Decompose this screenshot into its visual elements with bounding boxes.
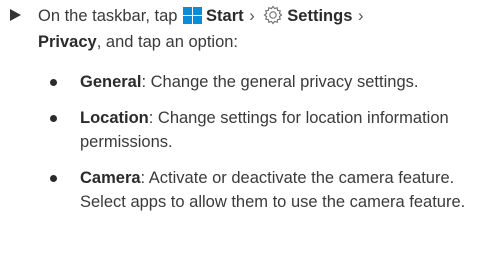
bullet-dot	[50, 79, 57, 86]
option-title: General	[80, 73, 142, 91]
step-text: On the taskbar, tap Start › Settings › P…	[38, 3, 500, 55]
step-suffix: , and tap an option:	[96, 33, 238, 51]
settings-label: Settings	[287, 7, 353, 25]
breadcrumb-separator: ›	[357, 7, 364, 25]
instruction-step: On the taskbar, tap Start › Settings › P…	[10, 3, 500, 55]
bullet-dot	[50, 115, 57, 122]
option-title: Location	[80, 109, 149, 127]
option-title: Camera	[80, 169, 141, 187]
list-item-camera: Camera: Activate or deactivate the camer…	[50, 166, 494, 214]
options-list: General: Change the general privacy sett…	[50, 70, 494, 226]
privacy-label: Privacy	[38, 33, 97, 51]
bullet-dot	[50, 175, 57, 182]
windows-logo-icon	[183, 7, 203, 24]
option-description: : Change the general privacy settings.	[141, 73, 419, 91]
step-prefix: On the taskbar, tap	[38, 7, 178, 25]
breadcrumb-separator: ›	[249, 7, 255, 25]
list-item-location: Location: Change settings for location i…	[50, 106, 494, 154]
list-item-general: General: Change the general privacy sett…	[50, 70, 494, 94]
play-arrow-icon	[10, 9, 21, 21]
start-label: Start	[206, 7, 244, 25]
gear-icon	[263, 5, 283, 25]
